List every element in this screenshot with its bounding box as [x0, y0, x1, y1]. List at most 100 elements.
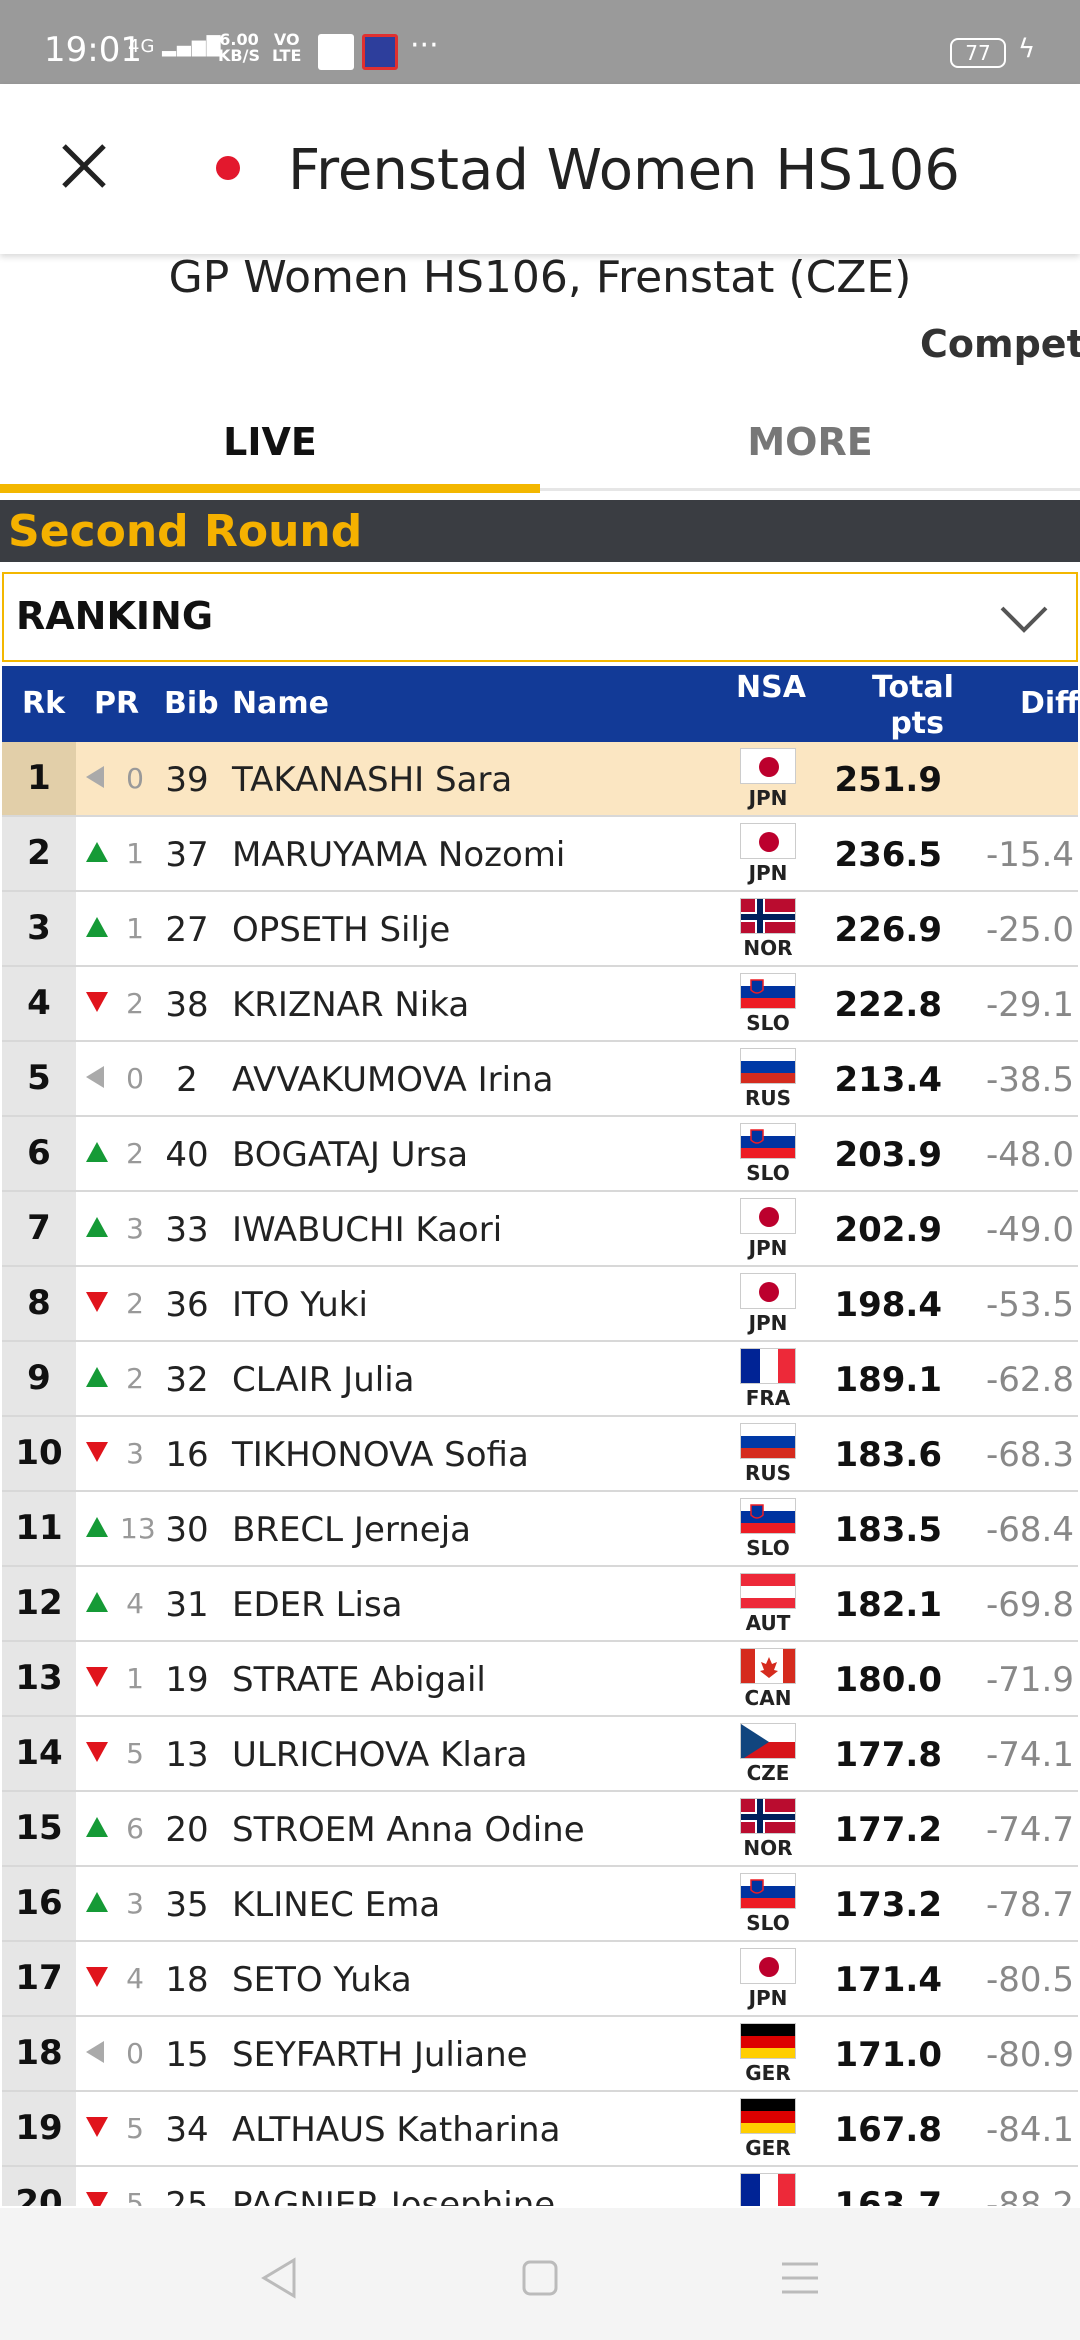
table-row[interactable]: 9 2 32 CLAIR Julia FRA 189.1 -62.8: [2, 1342, 1078, 1417]
tab-track: [540, 488, 1080, 491]
arrow-up-icon: [86, 1514, 108, 1540]
position-change: 3: [126, 1437, 144, 1470]
bib-cell: 33: [165, 1210, 209, 1250]
rank-cell: 7: [2, 1192, 76, 1265]
table-row[interactable]: 1 0 39 TAKANASHI Sara JPN 251.9: [2, 742, 1078, 817]
volte-indicator: VO LTE: [272, 32, 301, 64]
bib-cell: 35: [165, 1885, 209, 1925]
rank-cell: 14: [2, 1717, 76, 1790]
rank-cell: 20: [2, 2167, 76, 2206]
tab-more[interactable]: MORE: [540, 420, 1080, 490]
rank-cell: 2: [2, 817, 76, 890]
total-points: 183.5: [834, 1510, 942, 1550]
points-diff: -69.8: [986, 1585, 1074, 1625]
total-points: 251.9: [834, 760, 942, 800]
total-points: 163.7: [834, 2185, 942, 2206]
back-icon[interactable]: [250, 2248, 310, 2308]
signal-icon: ▂▄▆█: [162, 36, 222, 57]
rank-cell: 4: [2, 967, 76, 1040]
athlete-name: SETO Yuka: [232, 1960, 412, 2000]
bib-cell: 37: [165, 835, 209, 875]
rank-cell: 16: [2, 1867, 76, 1940]
flag-icon: [740, 1273, 796, 1309]
ranking-dropdown[interactable]: RANKING: [2, 572, 1078, 662]
network-indicator: 4G ▂▄▆█: [128, 36, 222, 57]
charging-icon: ϟ: [1018, 34, 1036, 64]
flag-icon: [740, 1873, 796, 1909]
rank-cell: 19: [2, 2092, 76, 2165]
flag-icon: [740, 1648, 796, 1684]
table-row[interactable]: 7 3 33 IWABUCHI Kaori JPN 202.9 -49.0: [2, 1192, 1078, 1267]
table-row[interactable]: 14 5 13 ULRICHOVA Klara CZE 177.8 -74.1: [2, 1717, 1078, 1792]
table-row[interactable]: 2 1 37 MARUYAMA Nozomi JPN 236.5 -15.4: [2, 817, 1078, 892]
rank-cell: 18: [2, 2017, 76, 2090]
bib-cell: 39: [165, 760, 209, 800]
table-row[interactable]: 19 5 34 ALTHAUS Katharina GER 167.8 -84.…: [2, 2092, 1078, 2167]
points-diff: -38.5: [986, 1060, 1074, 1100]
table-row[interactable]: 5 0 2 AVVAKUMOVA Irina RUS 213.4 -38.5: [2, 1042, 1078, 1117]
nsa-code: SLO: [746, 1161, 790, 1185]
table-row[interactable]: 12 4 31 EDER Lisa AUT 182.1 -69.8: [2, 1567, 1078, 1642]
arrow-up-icon: [86, 1814, 108, 1840]
table-row[interactable]: 8 2 36 ITO Yuki JPN 198.4 -53.5: [2, 1267, 1078, 1342]
flag-icon: [740, 1498, 796, 1534]
table-row[interactable]: 15 6 20 STROEM Anna Odine NOR 177.2 -74.…: [2, 1792, 1078, 1867]
flag-icon: [740, 898, 796, 934]
table-row[interactable]: 13 1 19 STRATE Abigail CAN 180.0 -71.9: [2, 1642, 1078, 1717]
bib-cell: 34: [165, 2110, 209, 2150]
points-diff: -62.8: [986, 1360, 1074, 1400]
total-points: 213.4: [834, 1060, 942, 1100]
arrow-up-icon: [86, 839, 108, 865]
volte-bottom: LTE: [272, 46, 302, 65]
arrow-down-icon: [86, 1964, 108, 1990]
rank-cell: 12: [2, 1567, 76, 1640]
nsa-code: NOR: [743, 1836, 793, 1860]
ranking-list[interactable]: 1 0 39 TAKANASHI Sara JPN 251.9 2 1 37 M…: [2, 742, 1078, 2206]
points-diff: -49.0: [986, 1210, 1074, 1250]
round-title: Second Round: [8, 506, 363, 557]
header-diff: Diff: [1020, 686, 1080, 721]
notification-app-icon: [318, 34, 354, 70]
nsa-code: NOR: [743, 936, 793, 960]
points-diff: -80.9: [986, 2035, 1074, 2075]
nsa-code: GER: [745, 2136, 791, 2160]
page-title: Frenstad Women HS106: [288, 138, 960, 203]
total-points: 202.9: [834, 1210, 942, 1250]
table-row[interactable]: 20 5 25 PAGNIER Josephine FRA 163.7 -88.…: [2, 2167, 1078, 2206]
bib-cell: 30: [165, 1510, 209, 1550]
table-row[interactable]: 18 0 15 SEYFARTH Juliane GER 171.0 -80.9: [2, 2017, 1078, 2092]
flag-icon: [740, 1798, 796, 1834]
bib-cell: 31: [165, 1585, 209, 1625]
rank-cell: 9: [2, 1342, 76, 1415]
home-icon[interactable]: [510, 2248, 570, 2308]
nsa-code: JPN: [748, 786, 788, 810]
nsa-code: CZE: [746, 1761, 790, 1785]
close-icon[interactable]: [52, 134, 116, 198]
flag-icon: [740, 823, 796, 859]
table-row[interactable]: 17 4 18 SETO Yuka JPN 171.4 -80.5: [2, 1942, 1078, 2017]
bib-cell: 2: [176, 1060, 198, 1100]
total-points: 198.4: [834, 1285, 942, 1325]
network-speed: 6.00 KB/S: [218, 32, 260, 64]
arrow-down-icon: [86, 989, 108, 1015]
arrow-up-icon: [86, 1589, 108, 1615]
nsa-code: CAN: [744, 1686, 792, 1710]
arrow-down-icon: [86, 2114, 108, 2140]
table-row[interactable]: 16 3 35 KLINEC Ema SLO 173.2 -78.7: [2, 1867, 1078, 1942]
table-row[interactable]: 3 1 27 OPSETH Silje NOR 226.9 -25.0: [2, 892, 1078, 967]
athlete-name: SEYFARTH Juliane: [232, 2035, 528, 2075]
table-row[interactable]: 4 2 38 KRIZNAR Nika SLO 222.8 -29.1: [2, 967, 1078, 1042]
athlete-name: CLAIR Julia: [232, 1360, 415, 1400]
athlete-name: IWABUCHI Kaori: [232, 1210, 503, 1250]
nsa-code: SLO: [746, 1536, 790, 1560]
ranking-dropdown-value: RANKING: [16, 594, 214, 638]
bib-cell: 15: [165, 2035, 209, 2075]
athlete-name: STROEM Anna Odine: [232, 1810, 585, 1850]
table-row[interactable]: 6 2 40 BOGATAJ Ursa SLO 203.9 -48.0: [2, 1117, 1078, 1192]
table-row[interactable]: 10 3 16 TIKHONOVA Sofia RUS 183.6 -68.3: [2, 1417, 1078, 1492]
position-change: 5: [126, 2187, 144, 2206]
table-row[interactable]: 11 13 30 BRECL Jerneja SLO 183.5 -68.4: [2, 1492, 1078, 1567]
total-points: 183.6: [834, 1435, 942, 1475]
menu-icon[interactable]: [770, 2248, 830, 2308]
tab-live[interactable]: LIVE: [0, 420, 540, 490]
